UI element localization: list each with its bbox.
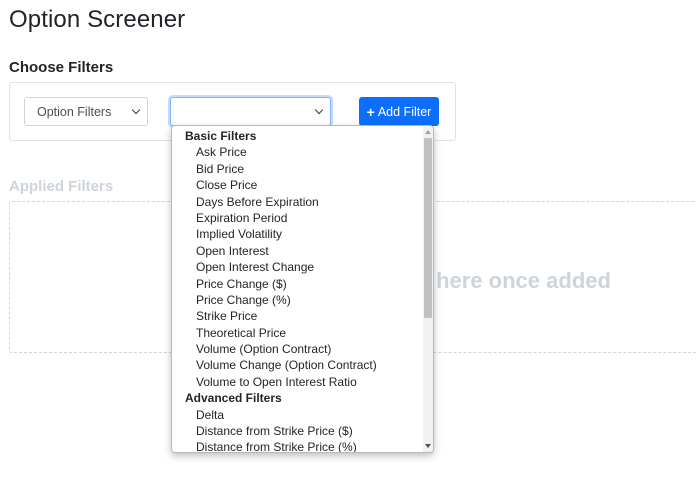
- dropdown-option[interactable]: Delta: [172, 407, 424, 423]
- filter-type-select-value: Option Filters: [37, 104, 112, 119]
- page-title: Option Screener: [9, 6, 186, 33]
- dropdown-option[interactable]: Bid Price: [172, 161, 424, 177]
- dropdown-option[interactable]: Volume Change (Option Contract): [172, 357, 424, 373]
- scroll-thumb[interactable]: [424, 138, 432, 318]
- chevron-down-icon: [131, 105, 141, 114]
- filter-select[interactable]: [170, 97, 331, 126]
- dropdown-option[interactable]: Price Change (%): [172, 292, 424, 308]
- dropdown-option[interactable]: Days Before Expiration: [172, 194, 424, 210]
- dropdown-option[interactable]: Close Price: [172, 177, 424, 193]
- dropdown-option[interactable]: Open Interest Change: [172, 259, 424, 275]
- dropdown-option[interactable]: Open Interest: [172, 243, 424, 259]
- dropdown-option[interactable]: Distance from Strike Price (%): [172, 439, 424, 452]
- scroll-up-arrow-icon[interactable]: [425, 130, 431, 134]
- plus-icon: +: [366, 103, 375, 120]
- dropdown-group-label: Basic Filters: [185, 129, 257, 143]
- dropdown-option[interactable]: Strike Price: [172, 308, 424, 324]
- dropdown-option[interactable]: Ask Price: [172, 144, 424, 160]
- scroll-down-arrow-icon[interactable]: [425, 444, 431, 448]
- filter-dropdown-list[interactable]: Basic Filters Ask Price Bid Price Close Pri…: [171, 125, 434, 453]
- dropdown-options: Basic Filters Ask Price Bid Price Close Pri…: [172, 128, 424, 452]
- dropdown-group-label: Advanced Filters: [185, 391, 282, 406]
- applied-filters-heading: Applied Filters: [9, 178, 114, 195]
- dropdown-option[interactable]: Volume (Option Contract): [172, 341, 424, 357]
- add-filter-button[interactable]: + Add Filter: [359, 97, 439, 126]
- chevron-down-icon: [314, 105, 324, 114]
- dropdown-option[interactable]: Implied Volatility: [172, 226, 424, 242]
- dropdown-scrollbar[interactable]: [423, 126, 433, 452]
- dropdown-option[interactable]: Theoretical Price: [172, 325, 424, 341]
- add-filter-label: Add Filter: [377, 104, 432, 119]
- filter-type-select[interactable]: Option Filters: [24, 97, 148, 126]
- dropdown-option[interactable]: Volume to Open Interest Ratio: [172, 374, 424, 390]
- choose-filters-heading: Choose Filters: [9, 59, 114, 76]
- dropdown-option[interactable]: Price Change ($): [172, 276, 424, 292]
- dropdown-option[interactable]: Expiration Period: [172, 210, 424, 226]
- dropdown-option[interactable]: Distance from Strike Price ($): [172, 423, 424, 439]
